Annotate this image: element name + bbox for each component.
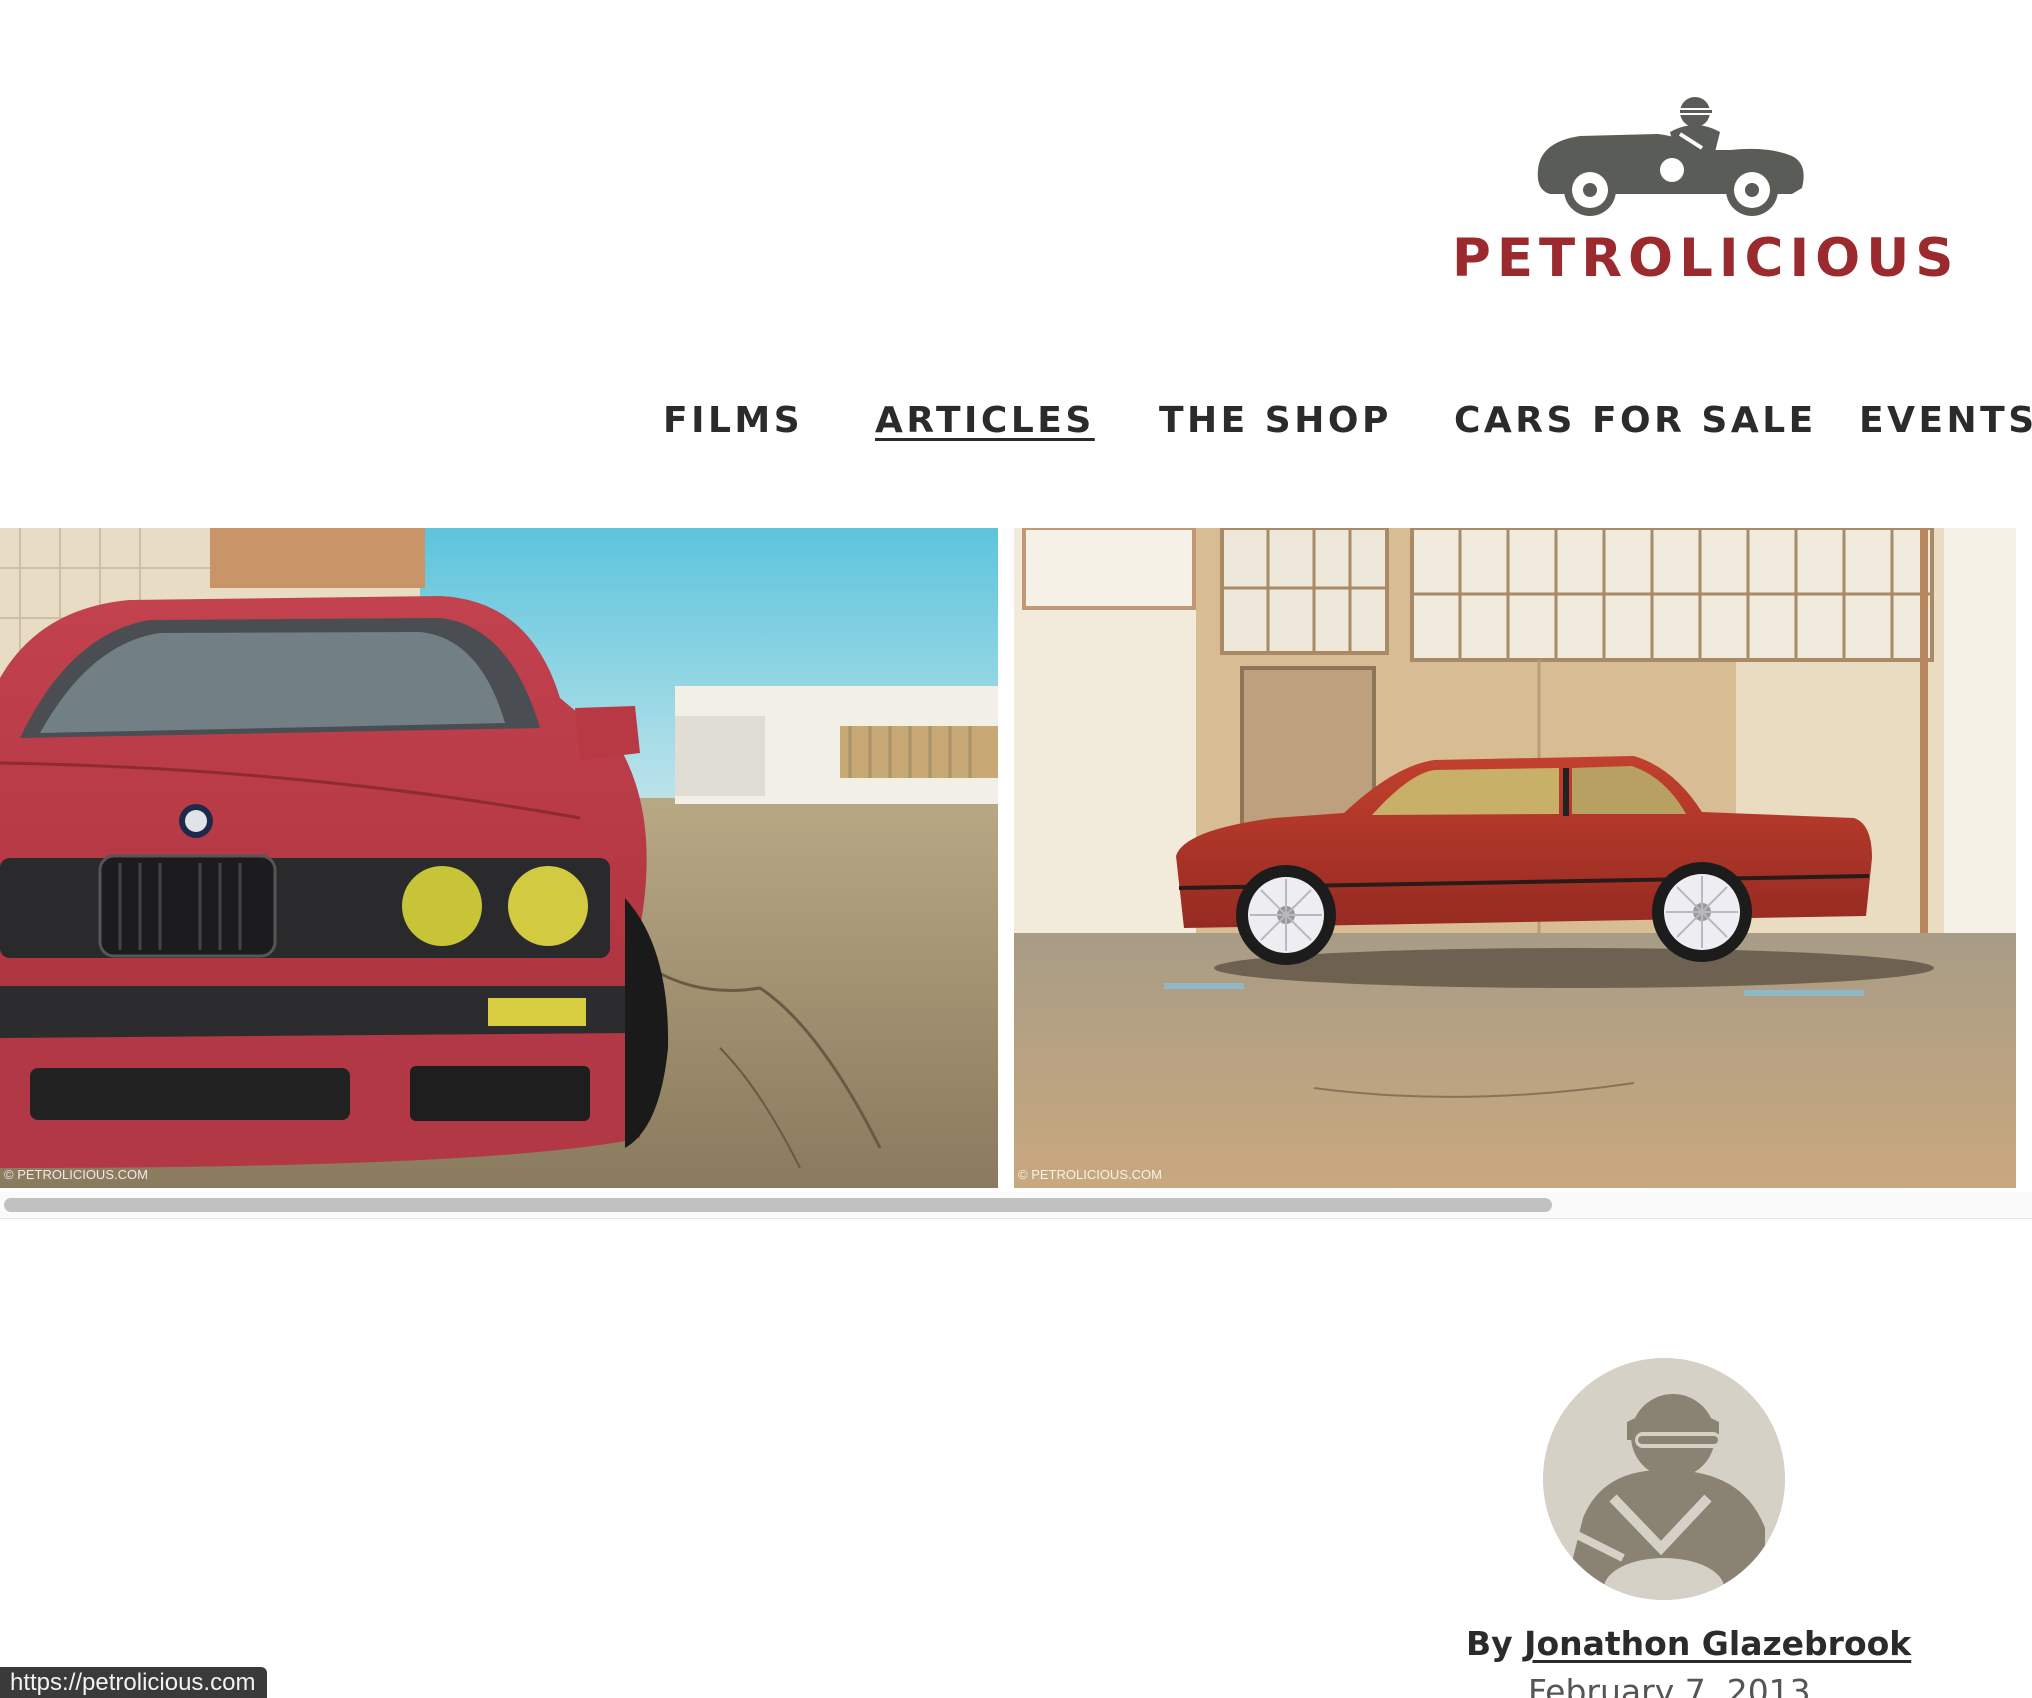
logo-wordmark: PETROLICIOUS — [1452, 228, 1960, 289]
racing-car-logo-icon — [1537, 97, 1804, 216]
author-avatar[interactable] — [1543, 1358, 1785, 1600]
gallery-scrollbar[interactable] — [0, 1192, 2032, 1219]
main-nav: FILMS ARTICLES THE SHOP CARS FOR SALE EV… — [0, 400, 2032, 460]
site-logo[interactable]: PETROLICIOUS — [1440, 90, 1953, 290]
nav-item-films[interactable]: FILMS — [663, 400, 803, 441]
byline-prefix: By — [1466, 1624, 1513, 1663]
author-byline: By Jonathon Glazebrook — [1466, 1624, 1911, 1663]
photo-watermark: © PETROLICIOUS.COM — [1018, 1167, 1162, 1182]
nav-item-the-shop[interactable]: THE SHOP — [1159, 400, 1392, 441]
photo-watermark: © PETROLICIOUS.COM — [4, 1167, 148, 1182]
red-bmw-front-photo[interactable]: © PETROLICIOUS.COM — [0, 528, 998, 1188]
nav-item-events[interactable]: EVENTS — [1859, 400, 2032, 441]
driver-helmet-avatar-icon — [1543, 1358, 1785, 1600]
author-name-link[interactable]: Jonathon Glazebrook — [1524, 1624, 1911, 1663]
gallery-scrollbar-thumb[interactable] — [4, 1198, 1552, 1212]
nav-item-articles[interactable]: ARTICLES — [875, 400, 1095, 441]
nav-item-cars-for-sale[interactable]: CARS FOR SALE — [1454, 400, 1817, 441]
photo-gallery[interactable]: © PETROLICIOUS.COM © PETROLICIOUS.COM — [0, 528, 2032, 1188]
article-date: February 7, 2013 — [1528, 1672, 1811, 1698]
link-url-status-bar: https://petrolicious.com — [0, 1667, 268, 1698]
red-bmw-side-photo[interactable]: © PETROLICIOUS.COM — [1014, 528, 2016, 1188]
